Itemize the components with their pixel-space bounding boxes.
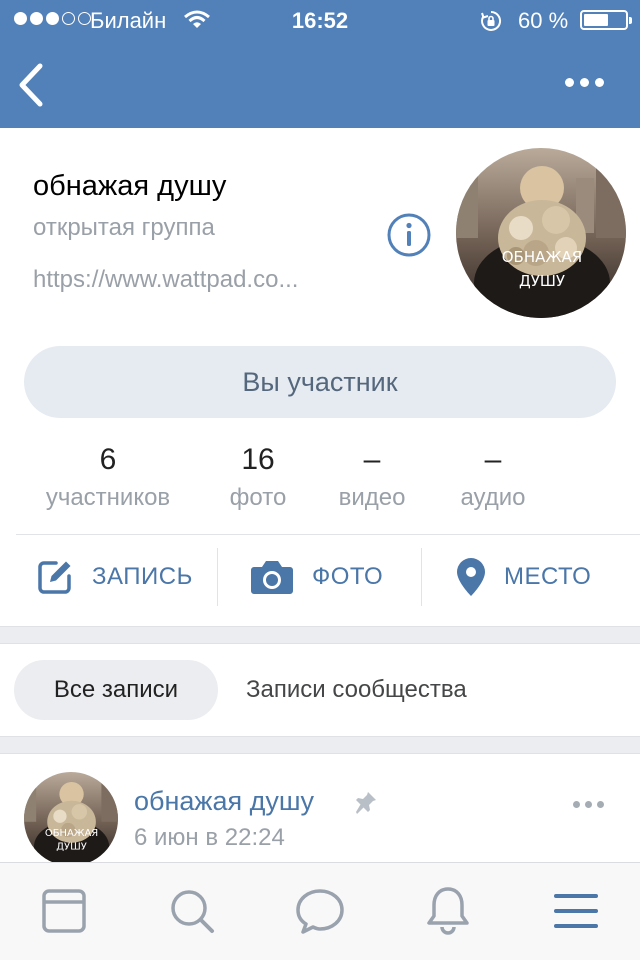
post-author-name[interactable]: обнажая душу <box>134 786 314 817</box>
battery-percent: 60 % <box>518 8 569 33</box>
group-actions: ЗАПИСЬ ФОТО МЕСТО <box>0 548 640 606</box>
more-dot-icon <box>594 77 604 87</box>
status-bar: Билайн 16:52 60 % <box>0 0 640 40</box>
group-counters: 6 участников 16 фото – видео – аудио <box>0 440 640 520</box>
messages-icon[interactable] <box>292 883 348 939</box>
tab-community-posts[interactable]: Записи сообщества <box>246 676 467 704</box>
location-pin-icon <box>457 558 485 596</box>
action-label: ЗАПИСЬ <box>92 563 193 590</box>
post-date: 6 июн в 22:24 <box>134 824 285 851</box>
avatar-caption: ОБНАЖАЯ <box>502 248 582 266</box>
more-dot-icon <box>584 800 592 808</box>
group-website-link[interactable]: https://www.wattpad.co... <box>33 266 363 294</box>
more-dot-icon <box>579 77 589 87</box>
member-status-button[interactable]: Вы участник <box>24 346 616 418</box>
group-avatar[interactable]: ОБНАЖАЯ ДУШУ <box>456 148 626 318</box>
more-dot-icon <box>596 800 604 808</box>
avatar-caption: ОБНАЖАЯ <box>45 828 98 839</box>
more-dot-icon <box>564 77 574 87</box>
counter-label: участников <box>45 484 171 511</box>
counter-members[interactable]: 6 участников <box>28 440 188 512</box>
rotation-lock-icon <box>481 10 502 31</box>
tab-all-posts[interactable]: Все записи <box>14 660 218 720</box>
pin-icon <box>356 792 376 814</box>
group-title: обнажая душу <box>33 170 227 202</box>
news-icon[interactable] <box>36 883 92 939</box>
notifications-icon[interactable] <box>420 883 476 939</box>
counter-label: аудио <box>460 484 526 511</box>
counter-videos[interactable]: – видео <box>322 440 422 512</box>
counter-value: – <box>484 443 502 476</box>
action-label: МЕСТО <box>504 563 592 590</box>
divider <box>16 534 640 535</box>
more-options-button[interactable] <box>562 72 606 92</box>
counter-value: 6 <box>99 443 117 476</box>
new-post-button[interactable]: ЗАПИСЬ <box>36 548 193 606</box>
section-separator <box>0 736 640 754</box>
back-chevron-icon[interactable] <box>14 62 50 108</box>
bottom-tab-bar <box>0 862 640 960</box>
avatar-caption: ДУШУ <box>56 841 87 852</box>
counter-label: фото <box>229 484 287 511</box>
counter-value: 16 <box>241 443 275 476</box>
counter-label: видео <box>338 484 406 511</box>
counter-audio[interactable]: – аудио <box>442 440 544 512</box>
battery-icon <box>580 10 632 30</box>
add-place-button[interactable]: МЕСТО <box>456 548 591 606</box>
add-photo-button[interactable]: ФОТО <box>250 548 383 606</box>
top-bar: Билайн 16:52 60 % <box>0 0 640 128</box>
post-author-avatar[interactable]: ОБНАЖАЯ ДУШУ <box>24 772 118 866</box>
section-separator <box>0 626 640 644</box>
counter-value: – <box>363 443 381 476</box>
divider <box>217 548 218 606</box>
info-icon[interactable] <box>386 212 432 258</box>
edit-icon <box>38 561 71 594</box>
action-label: ФОТО <box>312 563 384 590</box>
post-avatar-image: ОБНАЖАЯ ДУШУ <box>24 772 118 866</box>
group-avatar-image: ОБНАЖАЯ ДУШУ <box>456 148 626 318</box>
divider <box>421 548 422 606</box>
menu-icon[interactable] <box>548 883 604 939</box>
avatar-caption: ДУШУ <box>519 272 565 290</box>
search-icon[interactable] <box>164 883 220 939</box>
group-type: открытая группа <box>33 214 215 241</box>
counter-photos[interactable]: 16 фото <box>208 440 308 512</box>
camera-icon <box>251 561 293 594</box>
more-dot-icon <box>572 800 580 808</box>
post-options-button[interactable] <box>568 796 608 812</box>
